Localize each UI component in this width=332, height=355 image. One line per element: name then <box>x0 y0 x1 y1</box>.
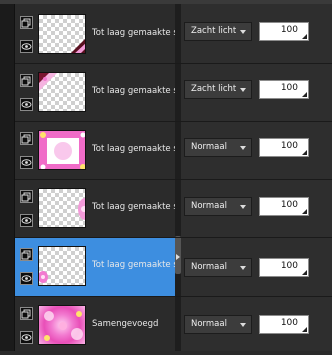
layer-name[interactable]: Tot laag gemaakte se <box>92 202 175 212</box>
layer-thumbnail[interactable] <box>38 188 86 228</box>
eye-icon[interactable] <box>20 214 33 227</box>
layer-properties-column <box>181 0 332 351</box>
opacity-value: 100 <box>280 200 298 210</box>
layer-thumbnail[interactable] <box>38 14 86 54</box>
blend-mode-label: Normaal <box>191 142 227 152</box>
chevron-down-icon <box>240 266 246 270</box>
layer-group-icon[interactable] <box>20 248 33 261</box>
layer-group-icon[interactable] <box>20 16 33 29</box>
opacity-value: 100 <box>280 83 298 93</box>
layer-name[interactable]: Tot laag gemaakte se <box>92 28 175 38</box>
column-divider[interactable] <box>175 0 181 351</box>
layers-palette: Tot laag gemaakte se Zacht licht 100 Tot… <box>0 0 332 351</box>
eye-icon[interactable] <box>20 40 33 53</box>
resize-corner-icon <box>302 209 307 214</box>
eye-icon[interactable] <box>20 98 33 111</box>
layer-row[interactable]: Tot laag gemaakte se <box>15 122 175 180</box>
blend-mode-dropdown[interactable]: Normaal <box>184 138 252 157</box>
layer-row[interactable]: Tot laag gemaakte se <box>15 180 175 238</box>
resize-corner-icon <box>302 150 307 155</box>
opacity-value: 100 <box>280 141 298 151</box>
blend-mode-label: Zacht licht <box>191 84 237 94</box>
layer-row-selected[interactable]: Tot laag gemaakte se <box>15 238 175 296</box>
layer-name[interactable]: Tot laag gemaakte se <box>92 260 175 270</box>
opacity-field[interactable]: 100 <box>259 22 309 41</box>
opacity-field[interactable]: 100 <box>259 315 309 334</box>
blend-mode-label: Normaal <box>191 201 227 211</box>
layer-thumbnail[interactable] <box>38 130 86 170</box>
opacity-field[interactable]: 100 <box>259 258 309 277</box>
eye-icon[interactable] <box>20 272 33 285</box>
opacity-field[interactable]: 100 <box>259 197 309 216</box>
layer-thumbnail[interactable] <box>38 72 86 112</box>
blend-mode-dropdown[interactable]: Zacht licht <box>184 22 252 41</box>
layer-group-icon[interactable] <box>20 74 33 87</box>
layer-name[interactable]: Tot laag gemaakte se <box>92 144 175 154</box>
layer-row[interactable]: Tot laag gemaakte se <box>15 64 175 122</box>
opacity-field[interactable]: 100 <box>259 138 309 157</box>
blend-mode-dropdown[interactable]: Normaal <box>184 258 252 277</box>
layer-group-icon[interactable] <box>20 190 33 203</box>
blend-mode-dropdown[interactable]: Normaal <box>184 315 252 334</box>
divider-drag-handle[interactable] <box>175 236 181 274</box>
opacity-field[interactable]: 100 <box>259 80 309 99</box>
chevron-down-icon <box>240 30 246 34</box>
chevron-down-icon <box>240 88 246 92</box>
resize-corner-icon <box>302 270 307 275</box>
opacity-value: 100 <box>280 318 298 328</box>
palette-top-border <box>0 0 332 4</box>
resize-corner-icon <box>302 92 307 97</box>
resize-corner-icon <box>302 327 307 332</box>
blend-mode-label: Zacht licht <box>191 26 237 36</box>
eye-icon[interactable] <box>20 156 33 169</box>
layer-thumbnail[interactable] <box>38 246 86 286</box>
layer-group-icon[interactable] <box>20 307 33 320</box>
blend-mode-label: Normaal <box>191 319 227 329</box>
opacity-value: 100 <box>280 261 298 271</box>
palette-left-strip <box>0 0 15 351</box>
resize-corner-icon <box>302 34 307 39</box>
opacity-value: 100 <box>280 25 298 35</box>
chevron-down-icon <box>240 323 246 327</box>
layer-thumbnail[interactable] <box>38 305 86 345</box>
layer-group-icon[interactable] <box>20 132 33 145</box>
layer-row[interactable]: Tot laag gemaakte se <box>15 6 175 64</box>
layer-name[interactable]: Tot laag gemaakte se <box>92 86 175 96</box>
chevron-down-icon <box>240 205 246 209</box>
eye-icon[interactable] <box>20 331 33 344</box>
chevron-down-icon <box>240 146 246 150</box>
blend-mode-dropdown[interactable]: Zacht licht <box>184 80 252 99</box>
blend-mode-dropdown[interactable]: Normaal <box>184 197 252 216</box>
layer-name[interactable]: Samengevoegd <box>92 319 175 329</box>
blend-mode-label: Normaal <box>191 262 227 272</box>
layer-row[interactable]: Samengevoegd <box>15 297 175 355</box>
